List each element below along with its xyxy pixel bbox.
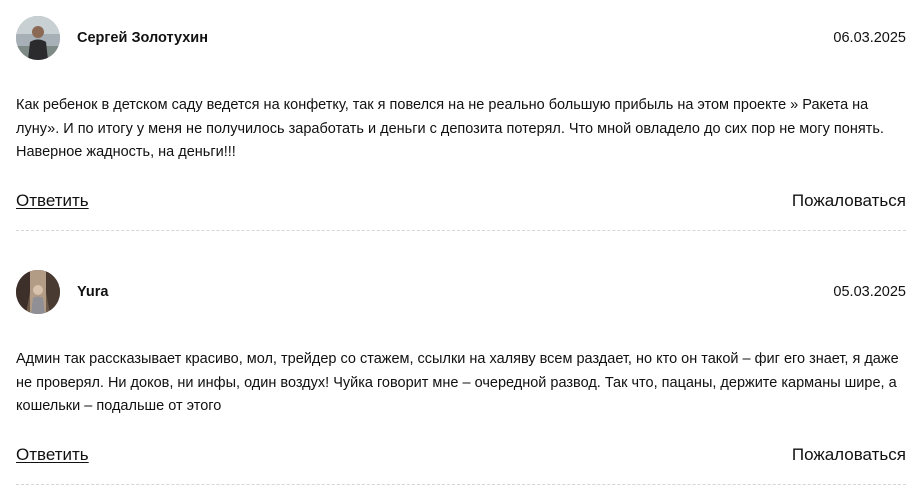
comment: Yura 05.03.2025 Админ так рассказывает к…	[16, 270, 906, 485]
comment-header: Yura 05.03.2025	[16, 270, 906, 315]
comment-actions: Ответить Пожаловаться	[16, 190, 906, 214]
avatar-photo-icon	[16, 16, 60, 60]
comment-author: Сергей Золотухин	[77, 30, 208, 46]
comment: Сергей Золотухин 06.03.2025 Как ребенок …	[16, 16, 906, 231]
comment-date: 06.03.2025	[833, 30, 906, 46]
comment-actions: Ответить Пожаловаться	[16, 444, 906, 468]
comment-date: 05.03.2025	[833, 284, 906, 300]
reply-link[interactable]: Ответить	[16, 190, 89, 212]
comment-divider	[16, 484, 906, 485]
avatar-photo-icon	[16, 270, 60, 314]
avatar	[16, 16, 60, 60]
comment-divider	[16, 230, 906, 231]
comment-author: Yura	[77, 284, 109, 300]
comment-header: Сергей Золотухин 06.03.2025	[16, 16, 906, 61]
report-link[interactable]: Пожаловаться	[792, 444, 906, 466]
avatar	[16, 270, 60, 314]
comment-text: Админ так рассказывает красиво, мол, тре…	[16, 351, 899, 414]
comment-text: Как ребенок в детском саду ведется на ко…	[16, 97, 884, 160]
reply-link[interactable]: Ответить	[16, 444, 89, 466]
report-link[interactable]: Пожаловаться	[792, 190, 906, 212]
